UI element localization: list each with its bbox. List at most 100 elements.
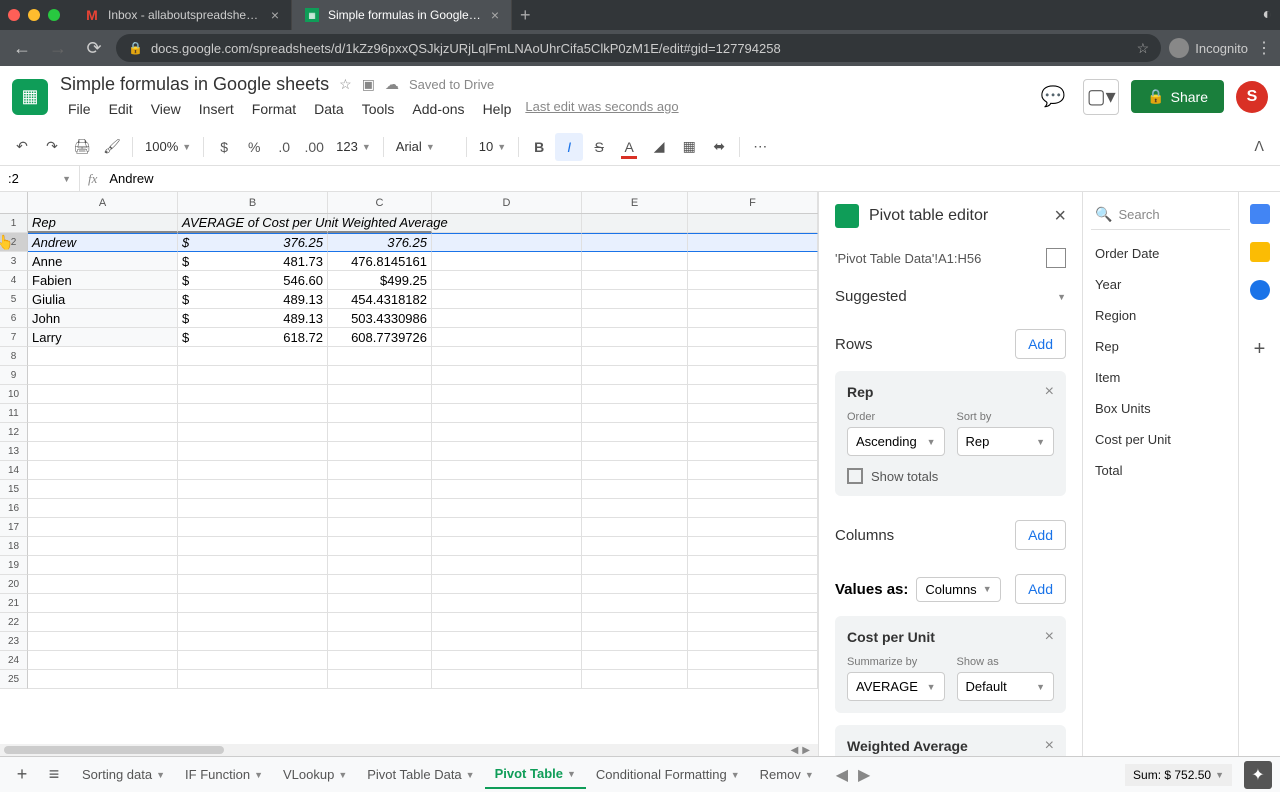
row-header[interactable]: 8: [0, 347, 28, 366]
cell[interactable]: [178, 613, 328, 632]
sheet-tab[interactable]: Sorting data▼: [72, 760, 175, 789]
field-item[interactable]: Total: [1091, 455, 1230, 486]
cell[interactable]: [432, 309, 582, 328]
cell[interactable]: [178, 518, 328, 537]
cell[interactable]: [28, 613, 178, 632]
sheet-tab[interactable]: Pivot Table▼: [485, 760, 586, 789]
close-tab-icon[interactable]: ×: [491, 7, 499, 23]
sheet-tab[interactable]: IF Function▼: [175, 760, 273, 789]
cell[interactable]: $481.73: [178, 252, 328, 271]
cell[interactable]: [432, 233, 582, 252]
calendar-icon[interactable]: [1250, 204, 1270, 224]
cell[interactable]: [328, 366, 432, 385]
cell[interactable]: [178, 670, 328, 689]
cell[interactable]: Rep: [28, 214, 178, 233]
row-header[interactable]: 11: [0, 404, 28, 423]
cell[interactable]: [28, 480, 178, 499]
column-header[interactable]: C: [328, 192, 432, 213]
more-icon[interactable]: ⋯: [746, 133, 774, 161]
paint-format-icon[interactable]: 🖌: [98, 133, 126, 161]
cell[interactable]: [328, 404, 432, 423]
row-header[interactable]: 19: [0, 556, 28, 575]
row-header[interactable]: 7: [0, 328, 28, 347]
cell[interactable]: [688, 518, 818, 537]
select-range-icon[interactable]: [1046, 248, 1066, 268]
cell[interactable]: [328, 594, 432, 613]
cell[interactable]: [178, 404, 328, 423]
row-header[interactable]: 12: [0, 423, 28, 442]
values-as-select[interactable]: Columns▼: [916, 577, 1000, 602]
formula-input[interactable]: Andrew: [105, 171, 1280, 186]
cell[interactable]: [178, 499, 328, 518]
cell[interactable]: [28, 461, 178, 480]
text-color-icon[interactable]: A: [615, 133, 643, 161]
cell[interactable]: [688, 651, 818, 670]
sheet-tab[interactable]: Conditional Formatting▼: [586, 760, 750, 789]
cell[interactable]: [688, 442, 818, 461]
cell[interactable]: [688, 252, 818, 271]
all-sheets-button[interactable]: ≡: [40, 764, 68, 785]
close-tab-icon[interactable]: ×: [271, 7, 279, 23]
cell[interactable]: [688, 556, 818, 575]
row-header[interactable]: 13: [0, 442, 28, 461]
cell[interactable]: [28, 670, 178, 689]
showas-select[interactable]: Default▼: [957, 672, 1055, 701]
cell[interactable]: [582, 670, 688, 689]
cell[interactable]: [28, 423, 178, 442]
sheets-logo-icon[interactable]: ▦: [12, 79, 48, 115]
cell[interactable]: [328, 461, 432, 480]
cell[interactable]: [432, 480, 582, 499]
cell[interactable]: [688, 575, 818, 594]
cell[interactable]: [582, 651, 688, 670]
borders-icon[interactable]: ▦: [675, 133, 703, 161]
cell[interactable]: [432, 328, 582, 347]
cell[interactable]: [328, 347, 432, 366]
browser-tab-sheets[interactable]: ▦ Simple formulas in Google she ×: [292, 0, 512, 30]
italic-icon[interactable]: I: [555, 133, 583, 161]
close-icon[interactable]: ×: [1054, 205, 1066, 228]
cell[interactable]: [688, 271, 818, 290]
account-icon[interactable]: ◐: [1262, 6, 1272, 24]
tasks-icon[interactable]: [1250, 280, 1270, 300]
column-header[interactable]: F: [688, 192, 818, 213]
row-header[interactable]: 14: [0, 461, 28, 480]
cell[interactable]: [178, 632, 328, 651]
back-button[interactable]: ←: [8, 38, 36, 59]
field-item[interactable]: Cost per Unit: [1091, 424, 1230, 455]
sheet-tab[interactable]: VLookup▼: [273, 760, 357, 789]
menu-help[interactable]: Help: [475, 99, 520, 119]
row-header[interactable]: 1: [0, 214, 28, 233]
cell[interactable]: [582, 556, 688, 575]
user-avatar[interactable]: S: [1236, 81, 1268, 113]
cell[interactable]: $489.13: [178, 309, 328, 328]
cell[interactable]: [178, 480, 328, 499]
row-header[interactable]: 24: [0, 651, 28, 670]
browser-tab-inbox[interactable]: M Inbox - allaboutspreadsheets@ ×: [72, 0, 292, 30]
suggested-toggle[interactable]: Suggested▼: [835, 276, 1066, 317]
merge-icon[interactable]: ⬌: [705, 133, 733, 161]
currency-icon[interactable]: $: [210, 133, 238, 161]
cell[interactable]: [688, 328, 818, 347]
reload-button[interactable]: ⟳: [80, 38, 108, 59]
cell[interactable]: [582, 423, 688, 442]
cell[interactable]: [432, 556, 582, 575]
cell[interactable]: [688, 499, 818, 518]
field-item[interactable]: Year: [1091, 269, 1230, 300]
horizontal-scrollbar[interactable]: ◀▶: [0, 744, 818, 756]
cell[interactable]: [432, 214, 582, 233]
cell[interactable]: [582, 290, 688, 309]
cell[interactable]: [178, 556, 328, 575]
cell[interactable]: [582, 385, 688, 404]
row-header[interactable]: 18: [0, 537, 28, 556]
cell[interactable]: 454.4318182: [328, 290, 432, 309]
cell[interactable]: [582, 461, 688, 480]
cell[interactable]: [582, 214, 688, 233]
increase-decimal-icon[interactable]: .00: [300, 133, 328, 161]
row-header[interactable]: 4: [0, 271, 28, 290]
cell[interactable]: [688, 594, 818, 613]
cell[interactable]: [432, 385, 582, 404]
remove-icon[interactable]: ×: [1045, 383, 1054, 401]
cell[interactable]: [582, 480, 688, 499]
menu-insert[interactable]: Insert: [191, 99, 242, 119]
cell[interactable]: [582, 537, 688, 556]
